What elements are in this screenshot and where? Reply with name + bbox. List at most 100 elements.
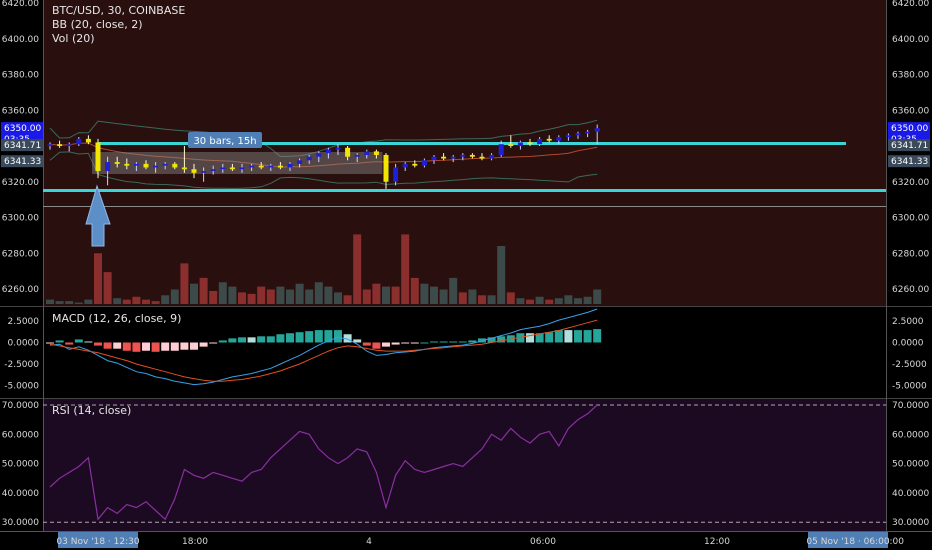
macd-histogram-bar xyxy=(238,337,246,343)
price-axis-label: 6360.00 xyxy=(892,106,929,116)
volume-bar xyxy=(593,289,602,304)
volume-bar xyxy=(94,253,102,304)
candle-body xyxy=(469,154,475,157)
volume-bar xyxy=(343,295,352,304)
volume-bar xyxy=(439,289,448,304)
crosshair-time-right-label: 05 Nov '18 · 06:00 xyxy=(806,537,889,547)
macd-histogram-bar xyxy=(305,331,314,343)
price-axis-label: 6260.00 xyxy=(2,285,39,295)
volume-bar xyxy=(535,296,544,304)
volume-bar xyxy=(55,301,64,304)
macd-axis-label: 2.5000 xyxy=(8,317,40,327)
macd-histogram-bar xyxy=(122,342,131,351)
candle-body xyxy=(85,138,91,143)
volume-bar xyxy=(46,299,54,304)
candle-body xyxy=(431,156,437,161)
candle-body xyxy=(249,165,255,168)
volume-bar xyxy=(401,234,410,304)
rsi-legend[interactable]: RSI (14, close) xyxy=(52,404,131,418)
macd-axis-label: 0.0000 xyxy=(892,339,924,349)
macd-histogram-bar xyxy=(334,330,342,343)
macd-legend[interactable]: MACD (12, 26, close, 9) xyxy=(52,312,181,326)
candle-body xyxy=(546,138,552,141)
macd-histogram-bar xyxy=(391,342,400,345)
candle-body xyxy=(335,147,341,150)
volume-bar xyxy=(132,296,141,304)
volume-bar xyxy=(209,290,218,304)
macd-histogram-bar xyxy=(132,342,141,352)
price-axis-label: 6300.00 xyxy=(892,214,929,224)
volume-bar xyxy=(266,289,275,304)
candle-body xyxy=(220,167,226,170)
macd-histogram-bar xyxy=(410,342,419,344)
volume-bar xyxy=(458,292,467,304)
candle-body xyxy=(210,169,216,172)
macd-histogram-bar xyxy=(458,341,467,343)
price-axis-label: 6280.00 xyxy=(892,249,929,259)
volume-bar xyxy=(142,299,150,304)
candle-body xyxy=(479,156,485,159)
macd-histogram-bar xyxy=(190,342,198,350)
time-axis[interactable]: 18:00406:0012:0018:00503 Nov '18 · 12:30… xyxy=(56,532,932,548)
volume-bar xyxy=(564,295,573,304)
macd-axis-label: -5.0000 xyxy=(892,382,927,392)
candle-body xyxy=(364,151,370,155)
volume-bar xyxy=(526,299,534,304)
macd-histogram-bar xyxy=(276,334,285,343)
candle-body xyxy=(585,131,591,134)
time-axis-label: 18:00 xyxy=(182,537,208,547)
symbol-title[interactable]: BTC/USD, 30, COINBASE xyxy=(52,4,185,18)
trading-chart[interactable]: 30 bars, 15h 6420.00 6420.00 6400.00 6400.0… xyxy=(0,0,932,550)
macd-axis-label: -2.5000 xyxy=(892,360,927,370)
rsi-axis-label: 40.0000 xyxy=(892,489,929,499)
volume-bar xyxy=(516,298,525,304)
bb-legend[interactable]: BB (20, close, 2) xyxy=(52,18,185,32)
macd-histogram-bar xyxy=(420,342,429,344)
volume-bar xyxy=(554,298,563,304)
price-axis-label: 6400.00 xyxy=(892,35,929,45)
candle-body xyxy=(306,156,312,161)
price-tag-label: 6341.33 xyxy=(891,157,928,167)
candle-body xyxy=(460,154,466,157)
macd-histogram-bar xyxy=(218,340,227,343)
candle-body xyxy=(537,138,543,145)
macd-histogram-bar xyxy=(199,342,208,347)
macd-histogram-bar xyxy=(84,341,93,343)
crosshair-time-left-label: 03 Nov '18 · 12:30 xyxy=(56,537,139,547)
candle-body xyxy=(76,138,82,145)
vol-legend[interactable]: Vol (20) xyxy=(52,32,185,46)
macd-histogram-bar xyxy=(74,339,83,343)
rsi-axis-label: 30.0000 xyxy=(2,518,39,528)
macd-axis-label: 0.0000 xyxy=(8,339,40,349)
macd-histogram-bar xyxy=(314,330,323,343)
macd-histogram-bar xyxy=(430,341,438,343)
candle-body xyxy=(489,154,495,159)
price-tag-label: 6350.00 xyxy=(891,124,928,134)
macd-axis-label: 2.5000 xyxy=(892,317,924,327)
volume-bar xyxy=(218,282,227,304)
macd-histogram-bar xyxy=(65,342,74,345)
macd-histogram-bar xyxy=(170,342,179,351)
range-box[interactable] xyxy=(92,152,383,174)
macd-histogram-bar xyxy=(266,336,275,343)
price-axis-label: 6300.00 xyxy=(2,214,39,224)
price-axis-label: 6420.00 xyxy=(892,0,929,9)
macd-histogram-bar xyxy=(583,330,592,343)
volume-bar xyxy=(372,283,381,304)
price-axis-label: 6380.00 xyxy=(892,71,929,81)
volume-bar xyxy=(382,286,390,304)
volume-bar xyxy=(161,295,170,304)
macd-histogram-bar xyxy=(593,329,602,343)
candle-body xyxy=(181,167,187,170)
price-axis-label: 6320.00 xyxy=(2,178,39,188)
candle-body xyxy=(57,144,63,146)
price-tag-label: 6341.71 xyxy=(891,141,928,151)
volume-bar xyxy=(74,302,83,304)
macd-histogram-bar xyxy=(113,342,122,349)
volume-bar xyxy=(468,289,477,304)
candle-body xyxy=(143,163,149,168)
macd-histogram-bar xyxy=(94,342,102,346)
candle-body xyxy=(229,167,235,170)
candle-body xyxy=(441,156,447,159)
macd-histogram-bar xyxy=(439,341,448,343)
